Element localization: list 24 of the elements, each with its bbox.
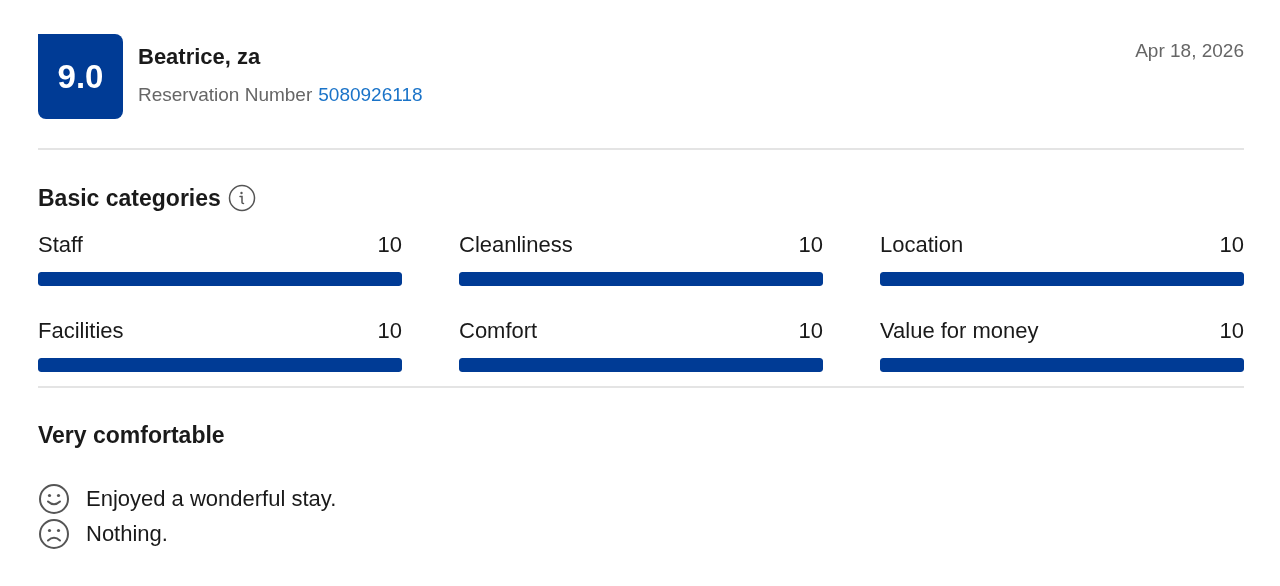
reviewer-name: Beatrice, za: [138, 44, 262, 70]
category-score: 10: [798, 232, 823, 258]
review-title: Very comfortable: [38, 422, 226, 449]
review-comment: Enjoyed a wonderful stay.: [86, 485, 337, 512]
category-name: Staff: [38, 232, 83, 258]
category-name: Facilities: [38, 318, 124, 344]
category-name: Comfort: [459, 318, 538, 344]
frown-icon: [38, 517, 70, 550]
category-score: 10: [377, 318, 402, 344]
smiley-icon: [38, 482, 70, 515]
category-score: 10: [1219, 318, 1244, 344]
section-heading: Basic categories: [38, 184, 221, 212]
category-name: Value for money: [880, 318, 1039, 344]
info-icon[interactable]: [227, 184, 256, 212]
review-comment: Nothing.: [86, 520, 168, 547]
category-score: 10: [1219, 232, 1244, 258]
category-score: 10: [377, 232, 402, 258]
review-date: Apr 18, 2026: [1135, 39, 1244, 62]
reservation-label: Reservation Number: [138, 84, 313, 106]
category-score: 10: [798, 318, 823, 344]
category-name: Location: [880, 232, 964, 258]
reservation-link[interactable]: 5080926118: [318, 84, 423, 106]
category-name: Cleanliness: [459, 232, 573, 258]
score-badge: 9.0: [38, 34, 123, 119]
